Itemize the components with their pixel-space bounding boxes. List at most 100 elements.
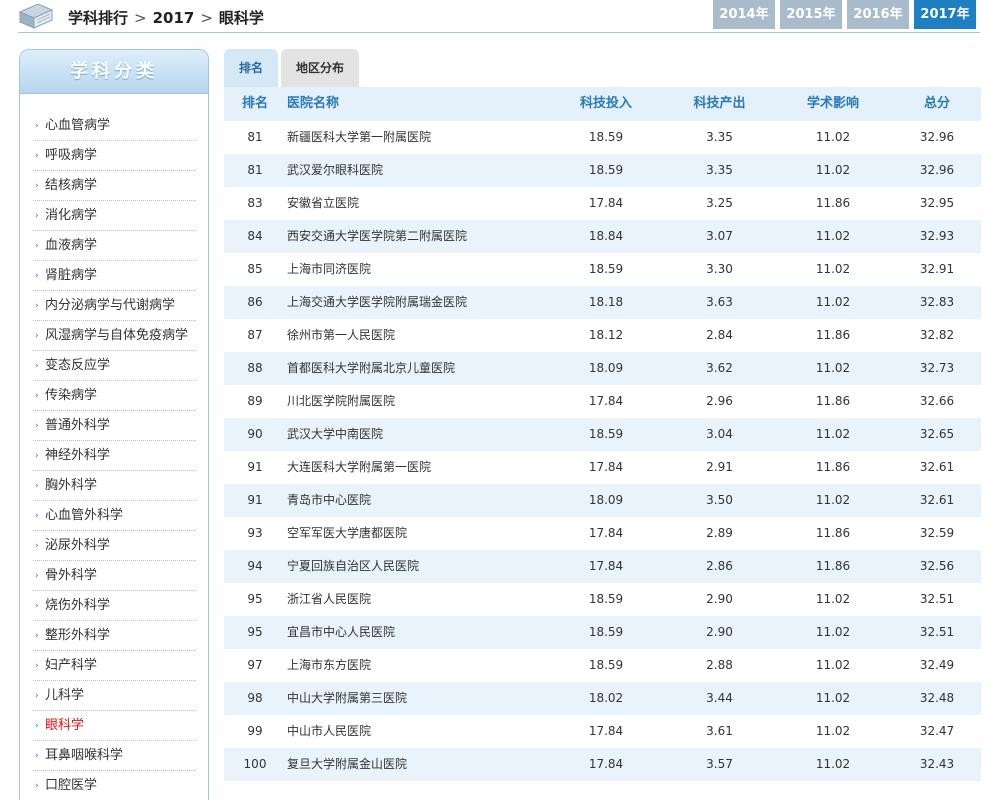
sidebar-item[interactable]: › 心血管外科学	[33, 501, 196, 531]
table-row: 97 上海市东方医院 18.59 2.88 11.02 32.49	[224, 649, 981, 682]
cell-hospital-name[interactable]: 大连医科大学附属第一医院	[286, 451, 546, 484]
sidebar-item[interactable]: › 泌尿外科学	[33, 531, 196, 561]
cell-hospital-name[interactable]: 宜昌市中心人民医院	[286, 616, 546, 649]
cell-hospital-name[interactable]: 川北医学院附属医院	[286, 385, 546, 418]
cell-investment: 18.09	[588, 493, 624, 507]
cell-total: 32.95	[919, 196, 955, 210]
tab-ranking[interactable]: 排名	[224, 49, 279, 87]
cell-hospital-name[interactable]: 武汉大学中南医院	[286, 418, 546, 451]
cell-hospital-name[interactable]: 复旦大学附属金山医院	[286, 748, 546, 781]
cell-rank: 83	[247, 196, 263, 210]
cell-impact: 11.02	[815, 229, 851, 243]
breadcrumb-item-year[interactable]: 2017	[153, 9, 195, 27]
cell-hospital-name[interactable]: 青岛市中心医院	[286, 484, 546, 517]
cell-hospital-name[interactable]: 上海市同济医院	[286, 253, 546, 286]
cell-rank: 89	[247, 394, 263, 408]
table-header: 排名 医院名称 科技投入 科技产出 学术影响 总分	[224, 87, 981, 121]
sidebar-item[interactable]: › 烧伤外科学	[33, 591, 196, 621]
header-divider	[18, 32, 980, 33]
table-row: 87 徐州市第一人民医院 18.12 2.84 11.86 32.82	[224, 319, 981, 352]
cell-rank: 95	[247, 592, 263, 606]
cell-investment: 17.84	[588, 724, 624, 738]
cell-hospital-name[interactable]: 新疆医科大学第一附属医院	[286, 121, 546, 154]
sidebar-item-label: 传染病学	[45, 388, 98, 403]
table-row: 98 中山大学附属第三医院 18.02 3.44 11.02 32.48	[224, 682, 981, 715]
cell-hospital-name[interactable]: 上海市东方医院	[286, 649, 546, 682]
chevron-right-icon: ›	[35, 301, 39, 311]
sidebar-item[interactable]: › 眼科学	[33, 711, 196, 741]
year-tab-2016[interactable]: 2016年	[847, 0, 909, 29]
cell-output: 2.84	[706, 328, 733, 342]
cell-hospital-name[interactable]: 上海交通大学医学院附属瑞金医院	[286, 286, 546, 319]
cell-output: 3.04	[706, 427, 733, 441]
table-body: 81 新疆医科大学第一附属医院 18.59 3.35 11.02 32.96 81 武汉爱尔眼…	[224, 121, 981, 781]
year-tab-2014[interactable]: 2014年	[713, 0, 775, 29]
sidebar-item[interactable]: › 血液病学	[33, 231, 196, 261]
year-tab-2015[interactable]: 2015年	[780, 0, 842, 29]
cell-output: 3.07	[706, 229, 733, 243]
sidebar-item[interactable]: › 胸外科学	[33, 471, 196, 501]
sidebar-item-label: 泌尿外科学	[45, 538, 111, 553]
sidebar-item[interactable]: › 普通外科学	[33, 411, 196, 441]
sidebar-item-label: 妇产科学	[45, 658, 98, 673]
cell-impact: 11.86	[815, 559, 851, 573]
sidebar-item-label: 变态反应学	[45, 358, 111, 373]
sidebar-item[interactable]: › 整形外科学	[33, 621, 196, 651]
sidebar-item[interactable]: › 神经外科学	[33, 441, 196, 471]
cell-output: 2.90	[706, 592, 733, 606]
cell-hospital-name[interactable]: 空军军医大学唐都医院	[286, 517, 546, 550]
chevron-right-icon: ›	[35, 451, 39, 461]
sidebar-item[interactable]: › 变态反应学	[33, 351, 196, 381]
header-hospital-name: 医院名称	[287, 96, 340, 111]
cell-investment: 17.84	[588, 460, 624, 474]
cell-hospital-name[interactable]: 安徽省立医院	[286, 187, 546, 220]
sidebar-item[interactable]: › 肾脏病学	[33, 261, 196, 291]
cell-hospital-name[interactable]: 徐州市第一人民医院	[286, 319, 546, 352]
sidebar-item[interactable]: › 结核病学	[33, 171, 196, 201]
cell-hospital-name[interactable]: 浙江省人民医院	[286, 583, 546, 616]
sidebar-item[interactable]: › 口腔医学	[33, 771, 196, 800]
cell-hospital-name[interactable]: 中山市人民医院	[286, 715, 546, 748]
cell-output: 3.44	[706, 691, 733, 705]
cell-total: 32.96	[919, 130, 955, 144]
cell-hospital-name[interactable]: 宁夏回族自治区人民医院	[286, 550, 546, 583]
year-tab-2017[interactable]: 2017年	[914, 0, 976, 29]
cell-hospital-name[interactable]: 中山大学附属第三医院	[286, 682, 546, 715]
table-row: 81 新疆医科大学第一附属医院 18.59 3.35 11.02 32.96	[224, 121, 981, 154]
chevron-right-icon: ›	[35, 781, 39, 791]
sidebar-item[interactable]: › 耳鼻咽喉科学	[33, 741, 196, 771]
chevron-right-icon: ›	[35, 121, 39, 131]
year-tabs: 2014年 2015年 2016年 2017年	[713, 0, 976, 29]
breadcrumb-item-ranking[interactable]: 学科排行	[68, 7, 128, 28]
sidebar-item[interactable]: › 心血管病学	[33, 111, 196, 141]
sidebar-item[interactable]: › 儿科学	[33, 681, 196, 711]
cell-hospital-name[interactable]: 武汉爱尔眼科医院	[286, 154, 546, 187]
sidebar-item[interactable]: › 骨外科学	[33, 561, 196, 591]
cell-investment: 18.18	[588, 295, 624, 309]
chevron-right-icon: ›	[35, 511, 39, 521]
cell-total: 32.61	[919, 460, 955, 474]
cell-total: 32.91	[919, 262, 955, 276]
cell-impact: 11.02	[815, 691, 851, 705]
sidebar-item-label: 消化病学	[45, 208, 98, 223]
breadcrumb-separator: >	[200, 8, 213, 27]
sidebar-item-label: 神经外科学	[45, 448, 111, 463]
cell-hospital-name[interactable]: 首都医科大学附属北京儿童医院	[286, 352, 546, 385]
sidebar-item[interactable]: › 消化病学	[33, 201, 196, 231]
chevron-right-icon: ›	[35, 631, 39, 641]
table-row: 89 川北医学院附属医院 17.84 2.96 11.86 32.66	[224, 385, 981, 418]
table-row: 88 首都医科大学附属北京儿童医院 18.09 3.62 11.02 32.73	[224, 352, 981, 385]
chevron-right-icon: ›	[35, 181, 39, 191]
book-logo-icon	[18, 3, 54, 29]
tab-region-distribution[interactable]: 地区分布	[281, 49, 360, 87]
cell-hospital-name[interactable]: 西安交通大学医学院第二附属医院	[286, 220, 546, 253]
sidebar-item[interactable]: › 风湿病学与自体免疫病学	[33, 321, 196, 351]
cell-rank: 91	[247, 460, 263, 474]
cell-investment: 18.59	[588, 163, 624, 177]
sidebar-item[interactable]: › 内分泌病学与代谢病学	[33, 291, 196, 321]
table-row: 90 武汉大学中南医院 18.59 3.04 11.02 32.65	[224, 418, 981, 451]
cell-output: 2.96	[706, 394, 733, 408]
sidebar-item[interactable]: › 妇产科学	[33, 651, 196, 681]
sidebar-item[interactable]: › 传染病学	[33, 381, 196, 411]
sidebar-item[interactable]: › 呼吸病学	[33, 141, 196, 171]
